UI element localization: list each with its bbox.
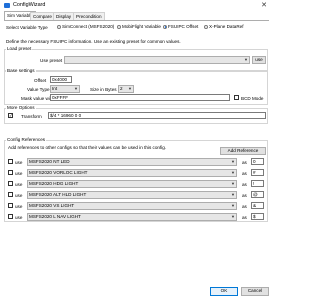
reference-placeholder-input[interactable]: $ (251, 213, 264, 220)
radio-simconnect-indicator (57, 24, 61, 29)
reference-placeholder-input[interactable]: ! (251, 180, 264, 187)
bcd-mode-checkbox[interactable] (234, 95, 239, 100)
radio-xplane[interactable]: X-Plane DataRef (204, 24, 243, 29)
value-type-dropdown[interactable]: Int ▼ (50, 85, 80, 93)
reference-as-label: as (242, 193, 247, 198)
reference-dropdown[interactable]: MSFS2020 NT LED ▼ (27, 158, 237, 166)
reference-use-label: use (15, 193, 23, 198)
reference-use-checkbox[interactable] (8, 181, 13, 186)
radio-xplane-indicator (204, 24, 208, 29)
reference-dropdown[interactable]: MSFS2020 L NAV LIGHT ▼ (27, 213, 237, 221)
chevron-down-icon: ▼ (231, 214, 235, 219)
reference-as-label: as (242, 215, 247, 220)
reference-use-checkbox[interactable] (8, 214, 13, 219)
transform-input[interactable]: $/4 * 16960 0 0 (48, 112, 266, 119)
offset-label: Offset (34, 78, 47, 83)
reference-use-checkbox[interactable] (8, 170, 13, 175)
chevron-down-icon: ▼ (231, 170, 235, 175)
config-references-description: Add references to other configs so that … (8, 145, 167, 150)
reference-placeholder-input[interactable]: # (251, 169, 264, 176)
reference-use-label: use (15, 204, 23, 209)
add-reference-button[interactable]: Add Reference (220, 147, 266, 155)
radio-mobiflight[interactable]: MobiFlight Variable (117, 24, 161, 29)
mask-label: Mask value with (21, 96, 54, 101)
tab-compare[interactable]: Compare (30, 12, 55, 20)
description-text: Define the necessary FSUIPC information.… (6, 39, 181, 44)
reference-use-checkbox[interactable] (8, 159, 13, 164)
reference-dropdown[interactable]: MSFS2020 HDG LIGHT ▼ (27, 180, 237, 188)
radio-simconnect[interactable]: SimConnect (MSFS2020) (57, 24, 114, 29)
reference-use-checkbox[interactable] (8, 203, 13, 208)
chevron-down-icon: ▼ (128, 86, 132, 91)
reference-as-label: as (242, 160, 247, 165)
transform-label: Transform (21, 114, 42, 119)
reference-placeholder-input[interactable]: & (251, 202, 264, 209)
config-references-title: Config References (6, 137, 47, 142)
reference-as-label: as (242, 204, 247, 209)
offset-input[interactable]: 0x4000 (50, 76, 72, 83)
radio-mobiflight-indicator (117, 24, 121, 29)
ok-button[interactable]: OK (210, 287, 238, 296)
more-options-title: More Options (6, 105, 36, 110)
chevron-down-icon: ▼ (244, 57, 248, 62)
variable-type-label: Select Variable Type (6, 25, 48, 30)
tab-precondition[interactable]: Precondition (73, 12, 105, 20)
transform-checkbox[interactable]: ✓ (8, 113, 13, 118)
chevron-down-icon: ▼ (231, 203, 235, 208)
reference-use-label: use (15, 160, 23, 165)
reference-placeholder-input[interactable]: 0 (251, 158, 264, 165)
use-preset-label: Use preset (40, 58, 63, 63)
cancel-button[interactable]: Cancel (241, 287, 269, 296)
radio-fsuipc[interactable]: FSUIPC Offset (163, 24, 198, 29)
size-bytes-dropdown[interactable]: 2 ▼ (118, 85, 134, 93)
reference-as-label: as (242, 171, 247, 176)
window-title: ConfigWizard (13, 2, 46, 8)
base-settings-title: Base settings (6, 68, 36, 73)
reference-dropdown[interactable]: MSFS2020 VORLOC LIGHT ▼ (27, 169, 237, 177)
tab-display[interactable]: Display (53, 12, 75, 20)
reference-as-label: as (242, 182, 247, 187)
mask-input[interactable]: 0xFFFF (50, 94, 230, 101)
chevron-down-icon: ▼ (231, 192, 235, 197)
reference-dropdown[interactable]: MSFS2020 ALT HLD LIGHT ▼ (27, 191, 237, 199)
app-icon (4, 3, 10, 8)
value-type-label: Value Type (27, 87, 50, 92)
chevron-down-icon: ▼ (231, 159, 235, 164)
tab-divider (4, 20, 269, 21)
size-bytes-label: Size in Bytes (90, 87, 117, 92)
close-icon[interactable]: ✕ (261, 1, 267, 9)
preset-dropdown[interactable]: ▼ (64, 56, 250, 64)
radio-fsuipc-indicator (163, 24, 167, 29)
reference-use-checkbox[interactable] (8, 192, 13, 197)
chevron-down-icon: ▼ (74, 86, 78, 91)
use-preset-button[interactable]: use (252, 56, 266, 64)
reference-dropdown[interactable]: MSFS2020 VS LIGHT ▼ (27, 202, 237, 210)
reference-use-label: use (15, 215, 23, 220)
load-preset-title: Load preset (6, 46, 33, 51)
reference-use-label: use (15, 182, 23, 187)
chevron-down-icon: ▼ (231, 181, 235, 186)
reference-use-label: use (15, 171, 23, 176)
bcd-mode-label: BCD Mode (241, 96, 264, 101)
reference-placeholder-input[interactable]: @ (251, 191, 264, 198)
